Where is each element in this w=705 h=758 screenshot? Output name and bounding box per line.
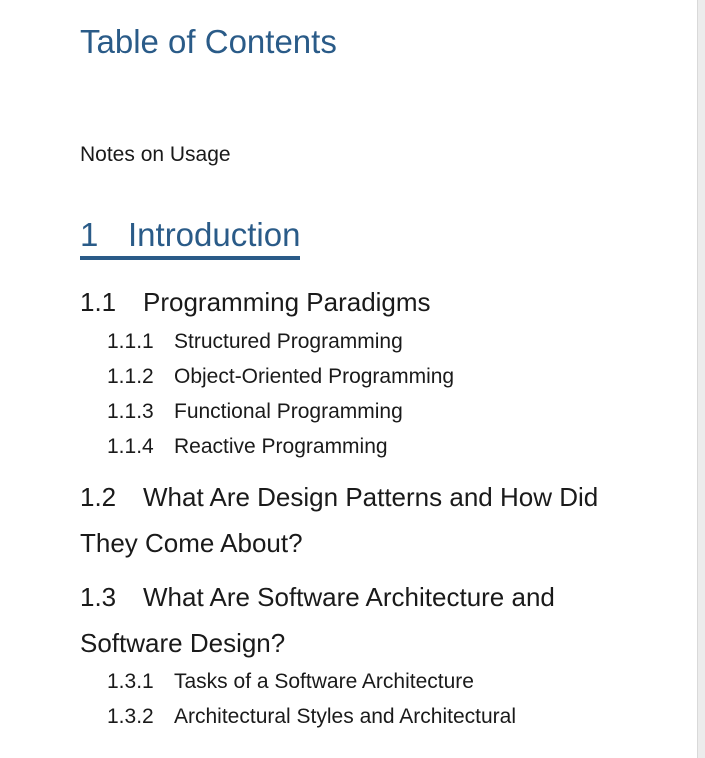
document-page: Table of Contents Notes on Usage 1 Introd… [0,0,705,758]
toc-section-number: 1.2 [80,482,117,512]
toc-subsection-number: 1.1.3 [107,400,154,423]
page-edge-divider [697,0,705,758]
toc-chapter-number: 1 [80,216,99,253]
toc-subsection-1-1-3[interactable]: 1.1.3 Functional Programming [107,398,403,426]
toc-section-label: What Are Software Architecture and Softw… [80,582,555,658]
toc-title: Table of Contents [80,23,337,60]
toc-subsection-label: Tasks of a Software Architecture [174,670,474,693]
toc-section-1-3[interactable]: 1.3 What Are Software Architecture and So… [80,574,610,666]
toc-subsection-number: 1.1.4 [107,435,154,458]
toc-chapter-1[interactable]: 1 Introduction [80,215,301,260]
toc-subsection-1-3-2[interactable]: 1.3.2 Architectural Styles and Architectu… [107,703,516,731]
toc-section-number: 1.1 [80,287,117,317]
toc-chapter-1-link[interactable]: 1 Introduction [80,215,301,260]
toc-subsection-number: 1.3.1 [107,670,154,693]
toc-entry-notes-on-usage[interactable]: Notes on Usage [80,141,231,169]
toc-subsection-label: Structured Programming [174,330,403,353]
toc-subsection-number: 1.3.2 [107,705,154,728]
toc-subsection-label: Reactive Programming [174,435,388,458]
toc-subsection-number: 1.1.2 [107,365,154,388]
toc-subsection-1-1-1[interactable]: 1.1.1 Structured Programming [107,328,403,356]
toc-section-1-2[interactable]: 1.2 What Are Design Patterns and How Did … [80,474,610,566]
toc-section-number: 1.3 [80,582,117,612]
toc-subsection-1-3-1[interactable]: 1.3.1 Tasks of a Software Architecture [107,668,474,696]
toc-subsection-number: 1.1.1 [107,330,154,353]
toc-section-label: Programming Paradigms [143,287,431,317]
toc-subsection-1-1-4[interactable]: 1.1.4 Reactive Programming [107,433,388,461]
toc-subsection-label: Functional Programming [174,400,403,423]
toc-section-label: What Are Design Patterns and How Did The… [80,482,599,558]
toc-chapter-label: Introduction [128,216,301,253]
toc-subsection-label: Object-Oriented Programming [174,365,455,388]
toc-section-1-1[interactable]: 1.1 Programming Paradigms [80,279,610,325]
toc-subsection-label: Architectural Styles and Architectural [174,705,516,728]
toc-subsection-1-1-2[interactable]: 1.1.2 Object-Oriented Programming [107,363,454,391]
